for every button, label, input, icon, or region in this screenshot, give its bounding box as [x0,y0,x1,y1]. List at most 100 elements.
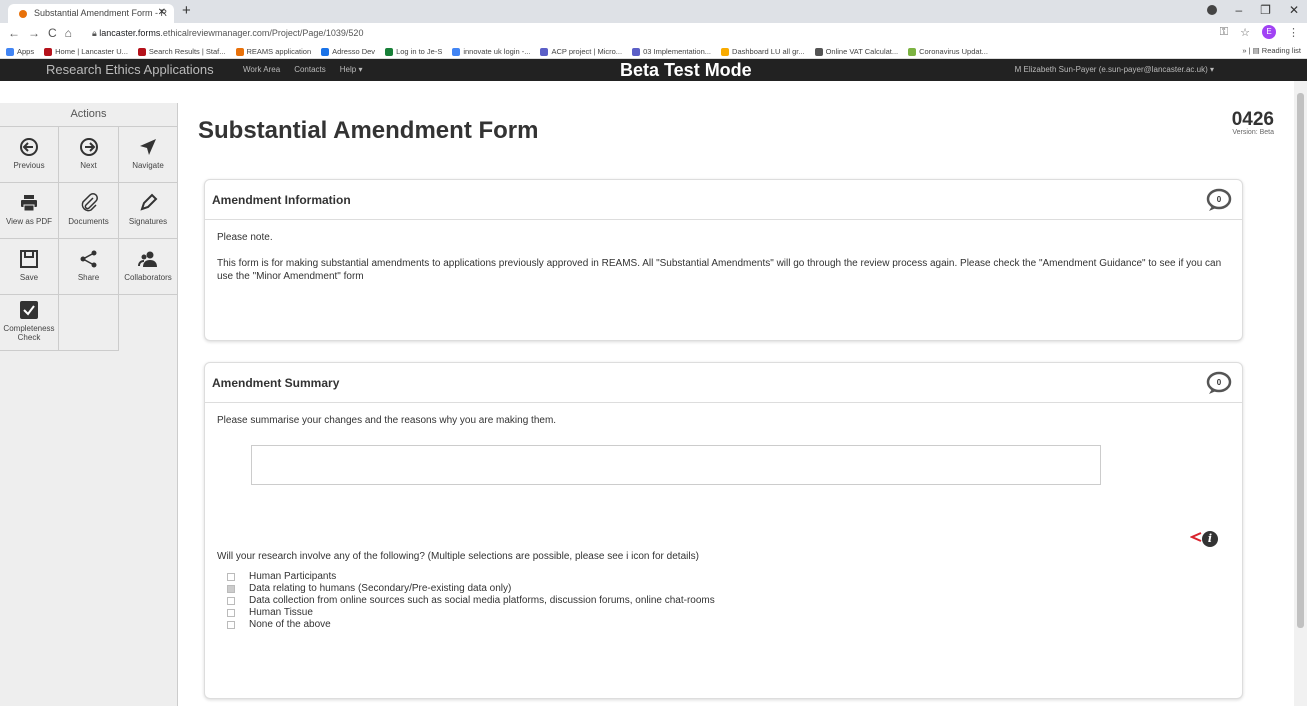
panel-heading: Amendment Summary [212,376,340,390]
comment-bubble-icon[interactable]: 0 [1206,371,1232,395]
bookmark-item[interactable]: Apps [6,47,34,56]
navigate-icon [140,139,156,155]
actions-sidebar: Actions Previous Next Navigate View as P… [0,103,178,706]
option-none-of-the-above[interactable]: None of the above [227,619,715,630]
share-icon [80,250,96,268]
panel-body: This form is for making substantial amen… [217,258,1222,282]
documents-button[interactable]: Documents [59,183,119,239]
comment-bubble-icon[interactable]: 0 [1206,188,1232,212]
bookmark-item[interactable]: Dashboard LU all gr... [721,47,805,56]
version-number: 0426 [1231,109,1274,130]
print-icon [21,195,37,212]
page-scrollbar[interactable] [1294,81,1307,706]
collaborators-label: Collaborators [124,273,172,282]
home-icon[interactable]: ⌂ [65,26,80,40]
beta-mode-banner: Beta Test Mode [620,60,752,80]
next-icon [79,138,98,156]
bookmark-item[interactable]: Online VAT Calculat... [814,47,898,56]
checkbox[interactable] [227,584,235,593]
user-menu[interactable]: M Elizabeth Sun-Payer (e.sun-payer@lanca… [1015,65,1214,74]
signatures-button[interactable]: Signatures [119,183,178,239]
bookmark-label: innovate uk login -... [463,47,531,56]
collaborators-button[interactable]: Collaborators [119,239,178,295]
url-field[interactable]: 🔒︎ lancaster.forms.ethicalreviewmanager.… [92,28,363,39]
previous-button[interactable]: Previous [0,127,59,183]
bookmark-item[interactable]: Coronavirus Updat... [908,47,988,56]
documents-label: Documents [68,217,109,226]
bookmark-favicon-icon [540,47,549,56]
share-icon[interactable] [1190,531,1202,543]
empty-cell [59,295,119,351]
save-button[interactable]: Save [0,239,59,295]
checkbox[interactable] [227,596,235,605]
restore-button[interactable]: ❐ [1260,3,1271,17]
panel-header: Amendment Information 0 [205,180,1242,220]
nav-work-area[interactable]: Work Area [243,65,280,74]
profile-avatar[interactable]: E [1262,25,1276,39]
version-label: Version: Beta [1232,129,1274,136]
key-icon[interactable]: ⚿ [1220,26,1228,39]
browser-tab[interactable]: Substantial Amendment Form - R ✕ [8,4,174,23]
amendment-summary-panel: Amendment Summary 0 Please summarise you… [204,362,1243,699]
bookmark-item[interactable]: REAMS application [235,47,312,56]
checkbox[interactable] [227,572,235,581]
reams-favicon-icon [19,10,27,18]
checkbox[interactable] [227,620,235,629]
bookmark-item[interactable]: Search Results | Staf... [137,47,226,56]
option-online-sources[interactable]: Data collection from online sources such… [227,595,715,606]
window-controls: – ❐ ✕ [1207,3,1299,17]
share-label: Share [77,273,100,282]
check-icon [20,301,38,319]
bookmark-label: Dashboard LU all gr... [732,47,805,56]
version-box: 0426 Version: Beta [1232,109,1274,136]
bookmark-label: REAMS application [246,47,312,56]
url-path: .ethicalreviewmanager.com/Project/Page/1… [160,28,364,38]
bookmark-favicon-icon [814,47,823,56]
bookmark-label: Log in to Je-S [396,47,443,56]
bookmark-item[interactable]: Log in to Je-S [385,47,442,56]
menu-dots-icon[interactable]: ⋮ [1288,26,1299,39]
navigate-button[interactable]: Navigate [119,127,178,183]
bookmark-item[interactable]: innovate uk login -... [452,47,530,56]
share-button[interactable]: Share [59,239,119,295]
reading-list-button[interactable]: » | ▤ Reading list [1242,46,1301,55]
bookmark-item[interactable]: ACP project | Micro... [540,47,622,56]
bookmark-favicon-icon [6,47,14,56]
paperclip-icon [81,193,98,212]
completeness-check-button[interactable]: Completeness Check [0,295,59,351]
back-icon[interactable]: ← [8,26,28,40]
browser-tabbar: Substantial Amendment Form - R ✕ + – ❐ ✕ [0,0,1307,23]
nav-contacts[interactable]: Contacts [294,65,326,74]
research-options: Human Participants Data relating to huma… [227,571,715,631]
summary-input[interactable] [251,445,1101,485]
url-host: lancaster.forms [99,28,161,38]
bookmark-item[interactable]: Adresso Dev [321,47,375,56]
tab-close-icon[interactable]: ✕ [158,7,166,18]
save-icon [20,250,38,268]
app-brand[interactable]: Research Ethics Applications [46,62,214,77]
bookmark-item[interactable]: 03 Implementation... [632,47,711,56]
option-human-tissue[interactable]: Human Tissue [227,607,715,618]
star-icon[interactable]: ☆ [1240,26,1250,39]
bookmark-favicon-icon [137,47,146,56]
previous-label: Previous [13,161,45,170]
summary-prompt: Please summarise your changes and the re… [217,415,557,426]
close-window-button[interactable]: ✕ [1289,3,1299,17]
minimize-button[interactable]: – [1235,3,1242,17]
reload-icon[interactable]: C [48,26,65,40]
new-tab-button[interactable]: + [182,2,191,19]
nav-help[interactable]: Help ▾ [340,65,363,74]
info-icon[interactable]: i [1202,531,1218,547]
next-button[interactable]: Next [59,127,119,183]
bookmark-item[interactable]: Home | Lancaster U... [44,47,128,56]
forward-icon[interactable]: → [28,26,48,40]
option-data-relating-to-humans[interactable]: Data relating to humans (Secondary/Pre-e… [227,583,715,594]
comment-count: 0 [1217,378,1222,387]
option-human-participants[interactable]: Human Participants [227,571,715,582]
checkbox[interactable] [227,608,235,617]
view-as-pdf-label: View as PDF [5,217,53,226]
panel-note: Please note. [217,232,273,243]
scrollbar-thumb[interactable] [1297,93,1304,628]
view-as-pdf-button[interactable]: View as PDF [0,183,59,239]
bookmark-favicon-icon [632,47,641,56]
